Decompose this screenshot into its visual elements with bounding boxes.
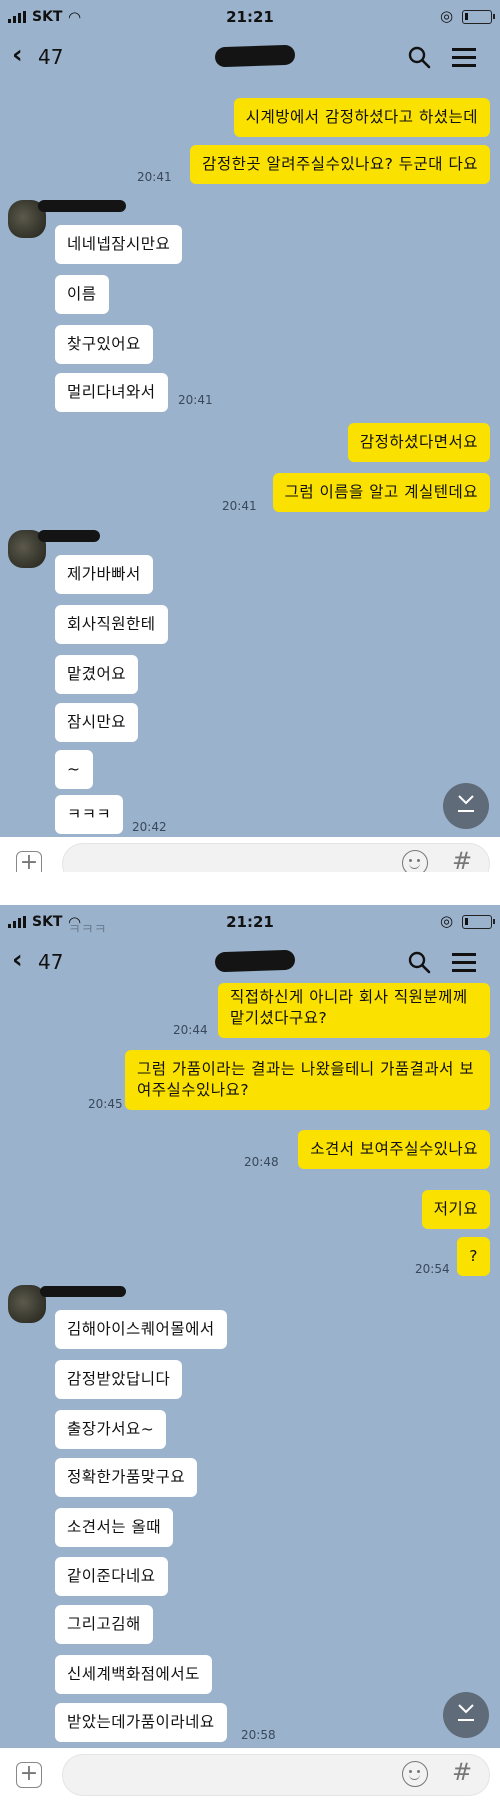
message-bubble-mine: 저기요 bbox=[421, 1190, 490, 1229]
unread-count[interactable]: 47 bbox=[38, 45, 63, 69]
search-icon[interactable] bbox=[407, 45, 431, 69]
message-bubble-theirs: 잠시만요 bbox=[55, 703, 139, 742]
message-time: 20:41 bbox=[137, 170, 172, 184]
battery-icon bbox=[462, 915, 495, 929]
hash-icon[interactable]: # bbox=[452, 1758, 472, 1786]
message-bubble-mine: 그럼 이름을 알고 계실텐데요 bbox=[272, 473, 490, 512]
message-bubble-mine: 소견서 보여주실수있나요 bbox=[298, 1130, 490, 1169]
plus-icon[interactable]: + bbox=[16, 851, 42, 872]
chat-header: ‹ 47 bbox=[0, 34, 500, 80]
lock-rotation-icon: ◎ bbox=[440, 7, 454, 25]
message-bubble-theirs: 이름 bbox=[55, 275, 109, 314]
message-time: 20:58 bbox=[241, 1728, 276, 1742]
message-bubble-theirs: 찾구있어요 bbox=[55, 325, 153, 364]
message-bubble-theirs: 멀리다녀와서 bbox=[55, 373, 168, 412]
message-bubble-theirs: 소견서는 올때 bbox=[55, 1508, 173, 1547]
message-bubble-mine: 그럼 가품이라는 결과는 나왔을테니 가품결과서 보여주실수있나요? bbox=[125, 1050, 490, 1110]
message-time: 20:41 bbox=[178, 393, 213, 407]
message-bubble-theirs: 김해아이스퀘어몰에서 bbox=[55, 1310, 227, 1349]
battery-icon bbox=[462, 10, 495, 24]
message-bubble-mine: 감정하셨다면서요 bbox=[347, 423, 490, 462]
redacted-sender-name bbox=[40, 1286, 126, 1297]
message-bubble-theirs: 출장가서요~ bbox=[55, 1410, 167, 1449]
emoji-icon[interactable] bbox=[402, 850, 428, 872]
redacted-sender-name bbox=[38, 530, 100, 542]
emoji-icon[interactable] bbox=[402, 1761, 428, 1787]
scroll-down-button[interactable] bbox=[443, 783, 489, 829]
message-time: 20:54 bbox=[415, 1262, 450, 1276]
battery-level bbox=[465, 918, 468, 925]
chat-screen-1: SKT ◠ 21:21 ◎ ‹ 47 시계방에서 감정하셨다고 하셨는데 감정한… bbox=[0, 0, 500, 872]
message-time: 20:41 bbox=[222, 499, 257, 513]
message-bubble-theirs: 제가바빠서 bbox=[55, 555, 153, 594]
message-bubble-mine: 감정한곳 알려주실수있나요? 두군대 다요 bbox=[190, 145, 490, 184]
status-time: 21:21 bbox=[226, 8, 274, 26]
message-bubble-theirs: 그리고김해 bbox=[55, 1605, 153, 1644]
scroll-down-icon bbox=[458, 795, 474, 805]
message-bubble-mine: ? bbox=[457, 1237, 490, 1276]
message-bubble-mine: 직접하신게 아니라 회사 직원분께께 맡기셨다구요? bbox=[218, 983, 490, 1038]
message-bubble-theirs: ~ bbox=[55, 750, 93, 789]
message-bubble-theirs: 네네넵잠시만요 bbox=[55, 225, 183, 264]
message-bubble-theirs: 회사직원한테 bbox=[55, 605, 168, 644]
lock-rotation-icon: ◎ bbox=[440, 912, 454, 930]
message-time: 20:44 bbox=[173, 1023, 208, 1037]
status-bar: SKT ◠ 21:21 ◎ bbox=[0, 0, 500, 34]
message-time: 20:48 bbox=[244, 1155, 279, 1169]
menu-icon[interactable] bbox=[452, 953, 476, 972]
redacted-contact-name bbox=[214, 949, 296, 973]
unread-count[interactable]: 47 bbox=[38, 950, 63, 974]
message-bubble-theirs: 정확한가품맞구요 bbox=[55, 1458, 198, 1497]
message-input-bar: + # bbox=[0, 1748, 500, 1802]
back-chevron-icon[interactable]: ‹ bbox=[12, 42, 23, 68]
chat-header: ‹ 47 bbox=[0, 939, 500, 985]
redacted-contact-name bbox=[214, 44, 296, 68]
message-bubble-theirs: ㅋㅋㅋ bbox=[55, 795, 124, 834]
search-icon[interactable] bbox=[407, 950, 431, 974]
partial-message-faded: ㅋㅋㅋ bbox=[68, 922, 107, 938]
back-chevron-icon[interactable]: ‹ bbox=[12, 947, 23, 973]
chat-screen-2: SKT ◠ 21:21 ◎ ‹ 47 ㅋㅋㅋ 직접하신게 아니라 회사 직원분께… bbox=[0, 905, 500, 1802]
scroll-down-button[interactable] bbox=[443, 1692, 489, 1738]
menu-icon[interactable] bbox=[452, 48, 476, 67]
message-bubble-mine: 시계방에서 감정하셨다고 하셨는데 bbox=[233, 98, 490, 137]
message-time: 20:42 bbox=[132, 820, 167, 834]
hash-icon[interactable]: # bbox=[452, 847, 472, 872]
screenshot-divider bbox=[0, 872, 500, 905]
plus-icon[interactable]: + bbox=[16, 1762, 42, 1788]
message-bubble-theirs: 맡겼어요 bbox=[55, 655, 139, 694]
message-bubble-theirs: 신세계백화점에서도 bbox=[55, 1655, 212, 1694]
message-bubble-theirs: 감정받았답니다 bbox=[55, 1360, 183, 1399]
message-time: 20:45 bbox=[88, 1097, 123, 1111]
message-bubble-theirs: 받았는데가품이라네요 bbox=[55, 1703, 227, 1742]
battery-level bbox=[465, 13, 468, 20]
message-input-bar: + # bbox=[0, 837, 500, 872]
message-bubble-theirs: 같이준다네요 bbox=[55, 1557, 168, 1596]
scroll-down-icon bbox=[458, 1704, 474, 1714]
redacted-sender-name bbox=[38, 200, 126, 212]
